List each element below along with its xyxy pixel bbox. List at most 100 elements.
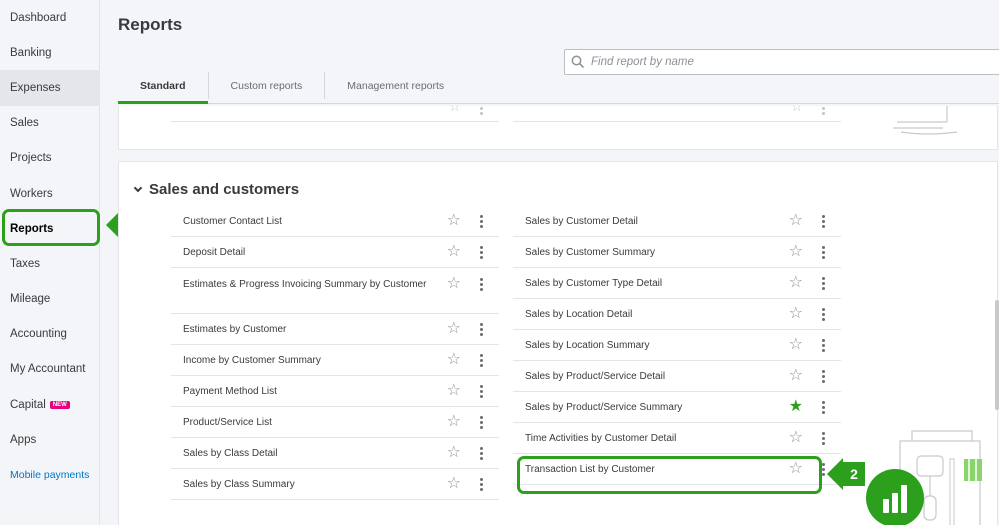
star-icon[interactable]: ☆ [789,275,803,291]
star-icon[interactable]: ☆ [447,445,461,461]
nav-projects[interactable]: Projects [0,141,99,176]
report-row[interactable]: Sales by Product/Service Detail ☆ [513,361,841,392]
report-row[interactable]: Product/Service List ☆ [171,407,499,438]
section-heading[interactable]: Sales and customers [133,181,300,198]
nav-accounting[interactable]: Accounting [0,317,99,352]
report-name-link[interactable]: Sales by Customer Type Detail [513,277,778,291]
report-name-link[interactable]: Sales by Customer Detail [513,215,778,229]
star-icon[interactable]: ☆ [447,383,461,399]
report-name-link[interactable]: Time Activities by Customer Detail [513,432,778,446]
nav-capital[interactable]: Capital NEW [0,387,99,422]
more-options-icon[interactable] [821,215,825,228]
nav-dashboard[interactable]: Dashboard [0,0,99,35]
star-icon[interactable]: ☆ [447,352,461,368]
nav-my-accountant[interactable]: My Accountant [0,352,99,387]
nav-mobile-payments[interactable]: Mobile payments [0,457,99,492]
report-row[interactable]: Payment Method List ☆ [171,376,499,407]
report-row[interactable]: Time Activities by Customer Detail ☆ [513,423,841,454]
more-options-icon[interactable] [479,478,483,491]
report-row[interactable]: Customer Contact List ☆ [171,206,499,237]
report-row[interactable]: Sales by Location Summary ☆ [513,330,841,361]
nav-sales[interactable]: Sales [0,106,99,141]
more-options-icon[interactable] [821,246,825,259]
report-row[interactable]: Sales by Class Detail ☆ [171,438,499,469]
nav-label: My Accountant [10,363,86,376]
more-options-icon[interactable] [479,385,483,398]
scrollbar[interactable] [995,300,999,410]
report-name-link[interactable]: Deposit Detail [171,246,436,260]
tab-management-reports[interactable]: Management reports [325,68,466,103]
reports-highlight [2,209,100,246]
nav-label: Apps [10,433,37,446]
more-options-icon[interactable] [479,447,483,460]
report-row[interactable]: Sales by Class Summary ☆ [171,469,499,500]
tab-standard[interactable]: Standard [118,68,208,104]
star-filled-icon[interactable]: ★ [789,399,803,415]
page-title: Reports [118,15,183,34]
previous-section-card: ☆ ☆ [118,106,998,150]
report-name-link[interactable]: Product/Service List [171,416,436,430]
main-content: Reports Standard Custom reports Manageme… [101,0,999,525]
more-options-icon[interactable] [821,339,825,352]
more-options-icon[interactable] [479,215,483,228]
search-input[interactable]: Find report by name [564,49,999,75]
more-options-icon[interactable] [479,246,483,259]
report-row[interactable]: Estimates & Progress Invoicing Summary b… [171,269,499,314]
nav-apps[interactable]: Apps [0,422,99,457]
transaction-list-highlight [517,456,822,494]
more-options-icon[interactable] [821,308,825,321]
tab-custom-reports[interactable]: Custom reports [209,68,325,103]
star-icon[interactable]: ☆ [789,368,803,384]
star-icon[interactable]: ☆ [447,321,461,337]
report-name-link[interactable]: Sales by Class Detail [171,447,436,461]
more-options-icon[interactable] [479,354,483,367]
more-options-icon[interactable] [821,370,825,383]
star-icon[interactable]: ☆ [789,306,803,322]
report-name-link[interactable]: Sales by Product/Service Detail [513,370,778,384]
report-row[interactable]: Income by Customer Summary ☆ [171,345,499,376]
star-icon[interactable]: ☆ [447,244,461,260]
report-name-link[interactable]: Sales by Class Summary [171,478,436,492]
more-options-icon[interactable] [821,432,825,445]
report-name-link[interactable]: Estimates by Customer [171,323,436,337]
star-icon[interactable]: ☆ [447,414,461,430]
nav-expenses[interactable]: Expenses [0,70,99,106]
section-title: Sales and customers [149,181,300,198]
report-name-link[interactable]: Income by Customer Summary [171,354,436,368]
star-icon[interactable]: ☆ [448,106,461,115]
report-row[interactable]: Sales by Customer Detail ☆ [513,206,841,237]
report-row[interactable]: Sales by Customer Summary ☆ [513,237,841,268]
report-name-link[interactable]: Customer Contact List [171,215,436,229]
report-name-link[interactable]: Sales by Product/Service Summary [513,401,778,415]
bar-chart-logo-icon [866,469,924,525]
star-icon[interactable]: ☆ [447,213,461,229]
nav-workers[interactable]: Workers [0,176,99,211]
more-options-icon[interactable] [479,278,483,291]
star-icon[interactable]: ☆ [789,213,803,229]
star-icon[interactable]: ☆ [789,244,803,260]
report-row[interactable]: Sales by Product/Service Summary ★ [513,392,841,423]
report-name-link[interactable]: Sales by Customer Summary [513,246,778,260]
star-icon[interactable]: ☆ [447,476,461,492]
nav-mileage[interactable]: Mileage [0,282,99,317]
report-name-link[interactable]: Estimates & Progress Invoicing Summary b… [171,278,436,292]
star-icon[interactable]: ☆ [447,276,461,292]
report-name-link[interactable]: Sales by Location Summary [513,339,778,353]
star-icon[interactable]: ☆ [790,106,803,115]
more-options-icon[interactable] [821,401,825,414]
more-options-icon[interactable] [821,277,825,290]
more-options-icon[interactable] [822,106,825,115]
more-options-icon[interactable] [480,106,483,115]
star-icon[interactable]: ☆ [789,337,803,353]
report-row[interactable]: Deposit Detail ☆ [171,237,499,268]
report-name-link[interactable]: Sales by Location Detail [513,308,778,322]
report-name-link[interactable]: Payment Method List [171,385,436,399]
report-row[interactable]: Sales by Location Detail ☆ [513,299,841,330]
more-options-icon[interactable] [479,416,483,429]
report-row[interactable]: Estimates by Customer ☆ [171,314,499,345]
report-row[interactable]: Sales by Customer Type Detail ☆ [513,268,841,299]
star-icon[interactable]: ☆ [789,430,803,446]
nav-taxes[interactable]: Taxes [0,246,99,281]
nav-banking[interactable]: Banking [0,35,99,70]
more-options-icon[interactable] [479,323,483,336]
